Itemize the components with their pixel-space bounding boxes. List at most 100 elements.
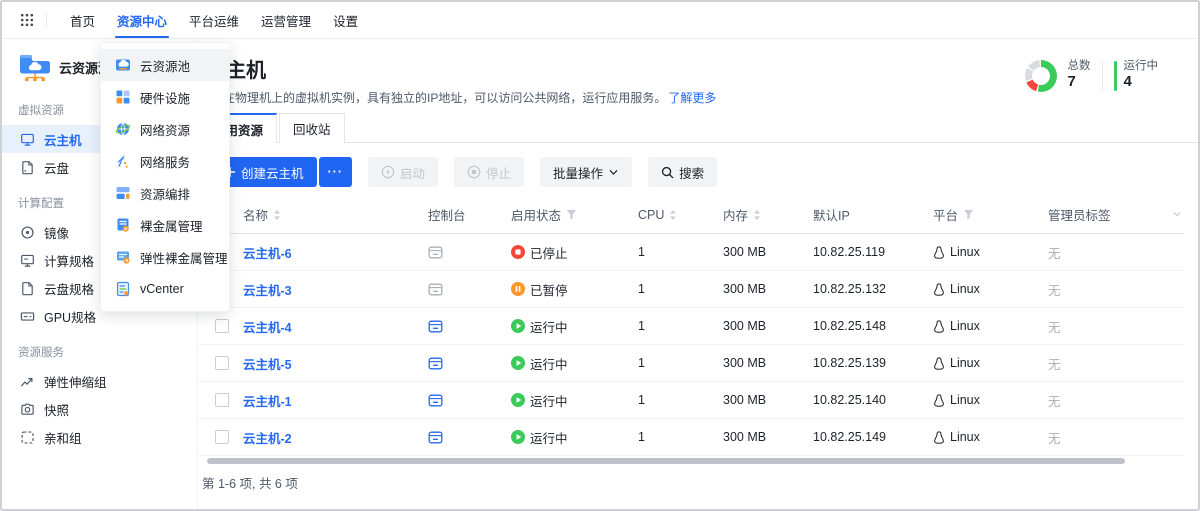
platform-value: Linux bbox=[950, 245, 980, 259]
scale-icon bbox=[20, 374, 35, 389]
nav-item-settings[interactable]: 设置 bbox=[322, 2, 369, 38]
main-content: 云主机 运行在物理机上的虚拟机实例，具有独立的IP地址，可以访问公共网络，运行应… bbox=[199, 39, 1198, 509]
sidebar-item-snapshot[interactable]: 快照 bbox=[2, 395, 197, 423]
sidebar-item-label: 快照 bbox=[44, 400, 69, 419]
menu-item-baremetal[interactable]: 裸金属管理 bbox=[101, 209, 229, 241]
monitor-icon bbox=[20, 132, 35, 147]
platform-value: Linux bbox=[950, 319, 980, 333]
nav-item-home[interactable]: 首页 bbox=[59, 2, 106, 38]
status-running-icon bbox=[511, 430, 525, 444]
sidebar-item-label: 镜像 bbox=[44, 223, 69, 242]
platform-value: Linux bbox=[950, 356, 980, 370]
status-donut-chart bbox=[1025, 60, 1057, 92]
menu-item-network-service[interactable]: 网络服务 bbox=[101, 145, 229, 177]
vm-table: 名称控制台启用状态CPU内存默认IP平台管理员标签 云主机-6已停止1300 M… bbox=[199, 196, 1184, 456]
toolbar: 创建云主机 ··· 启动 停止 批量操作 搜索 bbox=[211, 157, 717, 187]
memory-value: 300 MB bbox=[723, 282, 766, 296]
column-label: 启用状态 bbox=[511, 205, 561, 224]
stop-circle-icon bbox=[467, 165, 481, 179]
row-checkbox[interactable] bbox=[215, 319, 229, 333]
nav-item-platform-ops[interactable]: 平台运维 bbox=[178, 2, 250, 38]
header-more-icon[interactable] bbox=[1172, 209, 1182, 219]
table-row: 云主机-6已停止1300 MB10.82.25.119Linux无 bbox=[199, 234, 1184, 271]
cloud-pool-icon bbox=[115, 57, 131, 73]
vm-name-link[interactable]: 云主机-2 bbox=[243, 428, 292, 447]
vm-name-link[interactable]: 云主机-4 bbox=[243, 317, 292, 336]
column-label: 控制台 bbox=[428, 205, 466, 224]
sidebar-item-scaling-group[interactable]: 弹性伸缩组 bbox=[2, 367, 197, 395]
vcenter-icon bbox=[115, 281, 131, 297]
sort-icon bbox=[753, 209, 761, 221]
app-grid-icon[interactable] bbox=[20, 13, 34, 27]
console-icon[interactable] bbox=[428, 393, 443, 408]
tab-recycle-bin[interactable]: 回收站 bbox=[279, 113, 345, 143]
column-label: 名称 bbox=[243, 205, 268, 224]
stat-total-label: 总数 bbox=[1068, 59, 1091, 73]
vm-name-link[interactable]: 云主机-1 bbox=[243, 391, 292, 410]
batch-actions-button[interactable]: 批量操作 bbox=[540, 157, 632, 187]
menu-item-vcenter[interactable]: vCenter bbox=[101, 273, 229, 305]
console-icon[interactable] bbox=[428, 319, 443, 334]
sidebar-section-label: 资源服务 bbox=[2, 344, 197, 362]
file-icon bbox=[20, 281, 35, 296]
default-ip: 10.82.25.140 bbox=[813, 393, 886, 407]
sidebar-item-affinity-group[interactable]: 亲和组 bbox=[2, 423, 197, 451]
default-ip: 10.82.25.132 bbox=[813, 282, 886, 296]
column-header-console: 控制台 bbox=[428, 205, 511, 224]
column-header-name[interactable]: 名称 bbox=[243, 205, 428, 224]
row-checkbox[interactable] bbox=[215, 430, 229, 444]
platform-value: Linux bbox=[950, 430, 980, 444]
start-label: 启动 bbox=[400, 163, 425, 182]
column-label: 内存 bbox=[723, 205, 748, 224]
batch-actions-label: 批量操作 bbox=[553, 163, 603, 182]
horizontal-scrollbar-thumb[interactable] bbox=[207, 458, 1125, 464]
stop-button[interactable]: 停止 bbox=[454, 157, 524, 187]
status-stopped-icon bbox=[511, 245, 525, 259]
sort-icon bbox=[669, 209, 677, 221]
table-row: 云主机-3已暂停1300 MB10.82.25.132Linux无 bbox=[199, 271, 1184, 308]
nav-item-operation-mgmt[interactable]: 运营管理 bbox=[250, 2, 322, 38]
column-header-platform[interactable]: 平台 bbox=[933, 205, 1048, 224]
row-checkbox[interactable] bbox=[215, 393, 229, 407]
row-checkbox[interactable] bbox=[215, 356, 229, 370]
stop-label: 停止 bbox=[486, 163, 511, 182]
default-ip: 10.82.25.119 bbox=[813, 245, 885, 259]
search-label: 搜索 bbox=[679, 163, 704, 182]
menu-item-cloud-pool[interactable]: 云资源池 bbox=[101, 49, 229, 81]
status-running-icon bbox=[511, 356, 525, 370]
menu-item-elastic-baremetal[interactable]: 弹性裸金属管理 bbox=[101, 241, 229, 273]
baremetal-icon bbox=[115, 217, 131, 233]
start-button[interactable]: 启动 bbox=[368, 157, 438, 187]
nav-item-resource-center[interactable]: 资源中心 bbox=[106, 2, 178, 38]
status-text: 运行中 bbox=[530, 317, 568, 336]
menu-item-label: 弹性裸金属管理 bbox=[140, 248, 228, 267]
nav-divider bbox=[46, 13, 47, 27]
column-header-status[interactable]: 启用状态 bbox=[511, 205, 638, 224]
default-ip: 10.82.25.149 bbox=[813, 430, 886, 444]
network-resource-icon bbox=[115, 121, 131, 137]
memory-value: 300 MB bbox=[723, 319, 766, 333]
menu-item-orchestration[interactable]: 资源编排 bbox=[101, 177, 229, 209]
vm-name-link[interactable]: 云主机-3 bbox=[243, 280, 292, 299]
menu-item-network-resource[interactable]: 网络资源 bbox=[101, 113, 229, 145]
stat-total: 总数 7 bbox=[1068, 59, 1091, 92]
search-button[interactable]: 搜索 bbox=[648, 157, 717, 187]
stat-running-value: 4 bbox=[1124, 73, 1159, 92]
learn-more-link[interactable]: 了解更多 bbox=[668, 91, 716, 105]
monitor2-icon bbox=[20, 253, 35, 268]
nav-items: 首页资源中心平台运维运营管理设置 bbox=[59, 2, 369, 38]
sidebar-item-label: 云盘 bbox=[44, 158, 69, 177]
console-icon[interactable] bbox=[428, 356, 443, 371]
admin-tag-value: 无 bbox=[1048, 354, 1061, 373]
column-header-cpu[interactable]: CPU bbox=[638, 208, 723, 222]
linux-icon bbox=[933, 246, 945, 259]
column-header-mem[interactable]: 内存 bbox=[723, 205, 813, 224]
vm-name-link[interactable]: 云主机-5 bbox=[243, 354, 292, 373]
play-circle-icon bbox=[381, 165, 395, 179]
vm-name-link[interactable]: 云主机-6 bbox=[243, 243, 292, 262]
menu-item-hardware[interactable]: 硬件设施 bbox=[101, 81, 229, 113]
console-icon[interactable] bbox=[428, 430, 443, 445]
status-text: 运行中 bbox=[530, 428, 568, 447]
more-actions-button[interactable]: ··· bbox=[319, 157, 353, 187]
stat-running: 运行中 4 bbox=[1124, 59, 1159, 92]
